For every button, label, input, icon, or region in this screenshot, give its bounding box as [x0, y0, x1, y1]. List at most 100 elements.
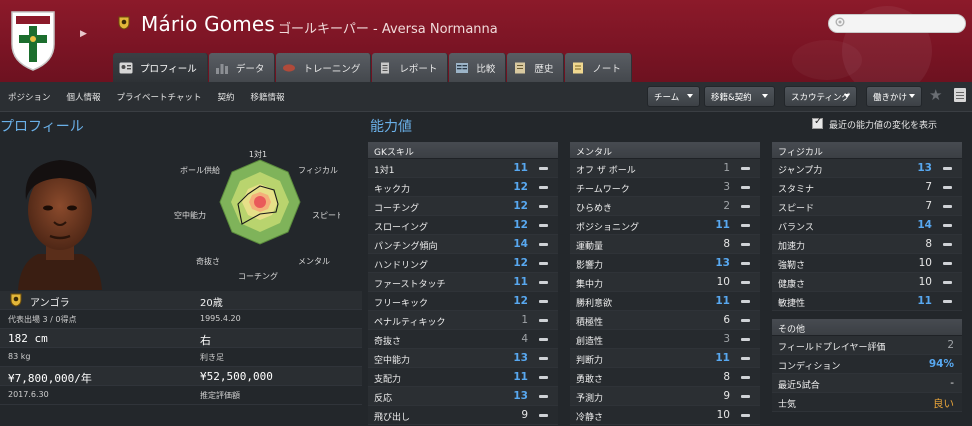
profile-section-title: プロフィール [0, 119, 84, 135]
attribute-row[interactable]: パンチング傾向 14 [368, 235, 558, 254]
attribute-row[interactable]: 強靭さ 10 [772, 254, 962, 273]
subnav-position[interactable]: ポジション [8, 91, 51, 103]
trend-dash-icon [943, 281, 952, 284]
transfer-contract-dropdown[interactable]: 移籍&契約 [704, 86, 775, 107]
attribute-value: 11 [513, 276, 528, 288]
attribute-row[interactable]: 空中能力 13 [368, 349, 558, 368]
attribute-row[interactable]: 士気 良い [772, 393, 962, 412]
attribute-row[interactable]: フリーキック 12 [368, 292, 558, 311]
attribute-row[interactable]: 加速力 8 [772, 235, 962, 254]
attribute-row[interactable]: 健康さ 10 [772, 273, 962, 292]
preferred-foot-label: 利き足 [200, 353, 224, 362]
subnav-transfer-info[interactable]: 移籍情報 [250, 91, 284, 103]
attribute-row[interactable]: 奇抜さ 4 [368, 330, 558, 349]
attribute-row[interactable]: 運動量 8 [570, 235, 760, 254]
attribute-value: 8 [723, 238, 730, 250]
radar-label: フィジカル [298, 166, 338, 175]
attribute-row[interactable]: 創造性 3 [570, 330, 760, 349]
attribute-name: スタミナ [778, 185, 815, 195]
notes-icon[interactable] [954, 88, 966, 102]
attribute-value: 13 [513, 390, 528, 402]
club-crest-icon[interactable] [8, 8, 58, 72]
player-position-club[interactable]: ゴールキーパー - Aversa Normanna [278, 18, 498, 37]
approach-dropdown[interactable]: 働きかけ [866, 86, 922, 107]
attribute-name: ペナルティキック [374, 318, 446, 328]
attribute-row[interactable]: 勝利意欲 11 [570, 292, 760, 311]
attribute-row[interactable]: オフ ザ ボール 1 [570, 159, 760, 178]
physical-table: フィジカル ジャンプ力 13 スタミナ 7 スピード 7 バランス 14 加速力 8 強靭さ 10 健康… [772, 142, 962, 412]
nationality[interactable]: アンゴラ [30, 294, 70, 309]
trend-dash-icon [539, 376, 548, 379]
tab-notes[interactable]: ノート [565, 53, 632, 82]
caret-down-icon [909, 94, 915, 98]
attribute-row[interactable]: 反応 13 [368, 387, 558, 406]
attribute-row[interactable]: フィールドプレイヤー評価 2 [772, 336, 962, 355]
attribute-row[interactable]: 敏捷性 11 [772, 292, 962, 311]
tab-data[interactable]: データ [208, 53, 276, 82]
subnav-contract[interactable]: 契約 [217, 91, 234, 103]
table-header: その他 [772, 319, 962, 336]
tab-label: プロフィール [140, 63, 197, 75]
team-dropdown[interactable]: チーム [647, 86, 700, 107]
search-input[interactable] [828, 14, 966, 33]
attribute-name: 予測力 [576, 394, 604, 404]
recent-change-checkbox[interactable] [812, 116, 823, 129]
trend-dash-icon [741, 281, 750, 284]
attribute-row[interactable]: 予測力 9 [570, 387, 760, 406]
attribute-name: 加速力 [778, 242, 806, 252]
info-row: 2017.6.30 推定評価額 [0, 386, 362, 405]
tab-training[interactable]: トレーニング [276, 53, 372, 82]
chevron-right-icon[interactable]: ▶ [80, 29, 87, 39]
attribute-name: チームワーク [576, 185, 630, 195]
attribute-row[interactable]: 飛び出し 9 [368, 406, 558, 425]
attribute-value: 10 [918, 276, 932, 288]
attribute-row[interactable]: 集中力 10 [570, 273, 760, 292]
attribute-row[interactable]: 冷静さ 10 [570, 406, 760, 425]
attribute-row[interactable]: ポジショニング 11 [570, 216, 760, 235]
attribute-row[interactable]: 影響力 13 [570, 254, 760, 273]
bar-chart-icon [215, 63, 228, 74]
attribute-name: フリーキック [374, 299, 429, 309]
attribute-value: 11 [917, 295, 932, 307]
attribute-row[interactable]: ひらめき 2 [570, 197, 760, 216]
trend-dash-icon [539, 395, 548, 398]
attribute-name: 判断力 [576, 356, 604, 366]
trend-dash-icon [741, 186, 750, 189]
attribute-row[interactable]: ファーストタッチ 11 [368, 273, 558, 292]
table-header: フィジカル [772, 142, 962, 159]
trend-dash-icon [943, 224, 952, 227]
tab-label: 比較 [476, 63, 496, 75]
attribute-row[interactable]: ハンドリング 12 [368, 254, 558, 273]
attribute-row[interactable]: 1対1 11 [368, 159, 558, 178]
subnav-personal-info[interactable]: 個人情報 [67, 91, 101, 103]
attribute-row[interactable]: 判断力 11 [570, 349, 760, 368]
subnav-private-chat[interactable]: プライベートチャット [117, 91, 202, 103]
attribute-row[interactable]: 積極性 6 [570, 311, 760, 330]
attribute-value: 7 [925, 200, 932, 212]
attribute-row[interactable]: 最近5試合 - [772, 374, 962, 393]
attribute-row[interactable]: バランス 14 [772, 216, 962, 235]
attribute-row[interactable]: スタミナ 7 [772, 178, 962, 197]
attribute-row[interactable]: ペナルティキック 1 [368, 311, 558, 330]
attribute-row[interactable]: 勇敢さ 8 [570, 368, 760, 387]
scouting-dropdown[interactable]: スカウティング [784, 86, 857, 107]
recent-change-label[interactable]: 最近の能力値の変化を表示 [829, 118, 937, 131]
attribute-row[interactable]: 支配力 11 [368, 368, 558, 387]
attribute-row[interactable]: キック力 12 [368, 178, 558, 197]
attribute-name: 支配力 [374, 375, 402, 385]
tab-compare[interactable]: 比較 [449, 53, 507, 82]
tab-profile[interactable]: プロフィール [113, 53, 208, 82]
tab-history[interactable]: 歴史 [507, 53, 565, 82]
attribute-row[interactable]: ジャンプ力 13 [772, 159, 962, 178]
attribute-value: 14 [917, 219, 932, 231]
attribute-row[interactable]: コンディション 94% [772, 355, 962, 374]
attribute-row[interactable]: チームワーク 3 [570, 178, 760, 197]
attribute-row[interactable]: コーチング 12 [368, 197, 558, 216]
birth-date: 1995.4.20 [200, 314, 241, 323]
tab-report[interactable]: レポート [372, 53, 449, 82]
height: 182 cm [8, 332, 48, 345]
trend-dash-icon [943, 243, 952, 246]
attribute-row[interactable]: スピード 7 [772, 197, 962, 216]
attribute-row[interactable]: スローイング 12 [368, 216, 558, 235]
star-icon[interactable]: ★ [929, 86, 942, 104]
